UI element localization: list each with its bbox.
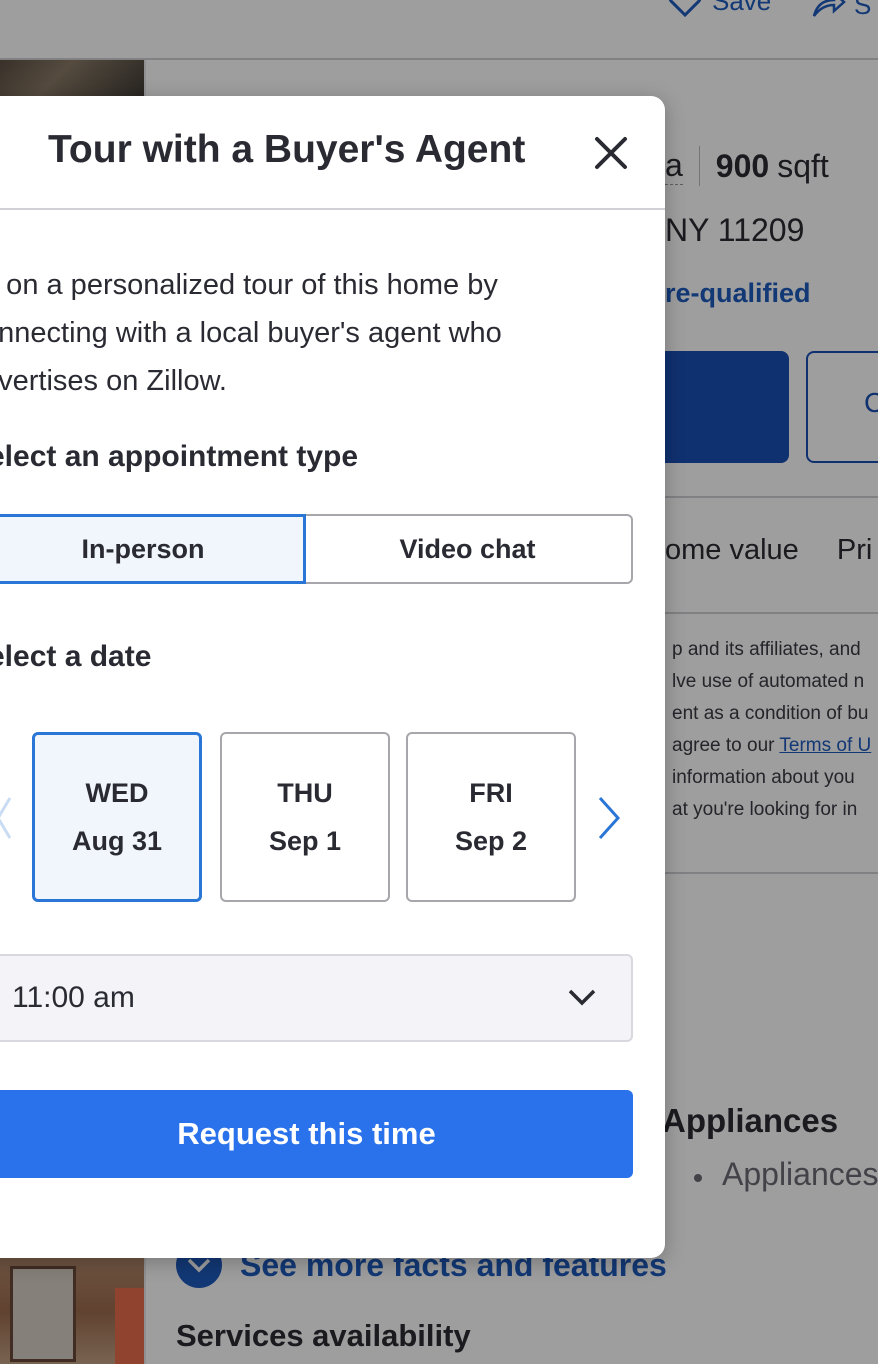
modal-title: Tour with a Buyer's Agent <box>48 128 526 171</box>
date-option[interactable]: THU Sep 1 <box>220 732 390 902</box>
in-person-option[interactable]: In-person <box>0 514 306 584</box>
selected-time: 11:00 am <box>12 981 135 1014</box>
date-day: FRI <box>469 778 513 808</box>
date-label: elect a date <box>0 640 152 673</box>
time-select[interactable]: 11:00 am <box>0 954 633 1042</box>
close-icon <box>595 137 627 169</box>
close-button[interactable] <box>586 128 636 178</box>
description-line: o on a personalized tour of this home by <box>0 269 498 301</box>
chevron-down-icon <box>568 989 596 1006</box>
date-value: Sep 1 <box>268 826 342 856</box>
date-day: WED <box>85 778 149 808</box>
date-day: THU <box>277 778 333 808</box>
video-chat-option[interactable]: Video chat <box>304 514 633 584</box>
chevron-right-icon[interactable] <box>594 796 624 840</box>
date-value: Sep 2 <box>454 826 528 856</box>
date-value: Aug 31 <box>71 826 163 856</box>
modal-description: o on a personalized tour of this home by… <box>0 261 642 405</box>
request-time-button[interactable]: Request this time <box>0 1090 633 1178</box>
date-option-selected[interactable]: WED Aug 31 <box>32 732 202 902</box>
tour-modal: Tour with a Buyer's Agent o on a persona… <box>0 96 665 1258</box>
modal-header-divider <box>0 208 665 210</box>
description-line: dvertises on Zillow. <box>0 365 227 397</box>
date-option[interactable]: FRI Sep 2 <box>406 732 576 902</box>
description-line: onnecting with a local buyer's agent who <box>0 317 502 349</box>
chevron-left-icon[interactable] <box>0 796 14 840</box>
appointment-type-label: elect an appointment type <box>0 440 359 473</box>
